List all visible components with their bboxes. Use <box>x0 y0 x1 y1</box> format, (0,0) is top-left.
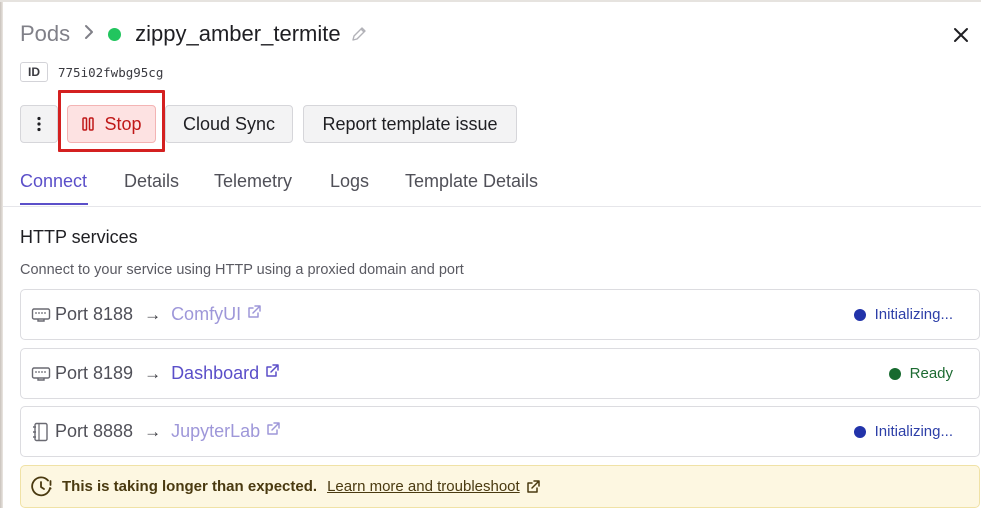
status-dot <box>888 367 901 380</box>
service-row: Port 8188 → ComfyUI Initializing... <box>20 289 980 340</box>
service-link-comfyui[interactable]: ComfyUI <box>171 304 262 325</box>
ethernet-port-icon <box>31 305 51 325</box>
active-tab-indicator <box>20 203 88 205</box>
service-row: Port 8189 → Dashboard Ready <box>20 348 980 399</box>
arrow-right-icon: → <box>144 421 162 441</box>
close-icon <box>954 28 968 42</box>
service-status: Initializing... <box>853 306 953 323</box>
tab-details[interactable]: Details <box>124 171 179 192</box>
more-options-button[interactable] <box>20 105 58 143</box>
window-top-edge <box>0 0 981 2</box>
service-port: Port 8888 <box>55 421 134 441</box>
stop-button[interactable]: Stop <box>67 105 156 143</box>
page-title: zippy_amber_termite <box>135 21 341 46</box>
cloud-sync-button[interactable]: Cloud Sync <box>165 105 293 143</box>
service-link-jupyterlab[interactable]: JupyterLab <box>171 421 281 442</box>
warning-banner: This is taking longer than expected. Lea… <box>20 465 980 508</box>
window-edge <box>0 0 3 508</box>
external-link-icon[interactable] <box>525 479 541 495</box>
warning-text: This is taking longer than expected. <box>62 478 318 495</box>
stop-label: Stop <box>104 113 142 134</box>
http-services-title: HTTP services <box>20 227 138 247</box>
service-status: Ready <box>888 365 953 382</box>
external-link-icon <box>265 421 281 437</box>
arrow-right-icon: → <box>144 304 162 324</box>
service-row: Port 8888 → JupyterLab Initializing... <box>20 406 980 457</box>
tab-logs[interactable]: Logs <box>330 171 369 192</box>
tab-connect[interactable]: Connect <box>20 171 87 192</box>
http-services-description: Connect to your service using HTTP using… <box>20 262 464 278</box>
id-badge: ID <box>20 62 48 82</box>
troubleshoot-link[interactable]: Learn more and troubleshoot <box>327 478 520 495</box>
pod-status-dot <box>108 27 122 41</box>
ethernet-port-icon <box>31 364 51 384</box>
tab-telemetry[interactable]: Telemetry <box>214 171 292 192</box>
service-port: Port 8189 <box>55 363 134 383</box>
external-link-icon <box>264 363 280 379</box>
report-template-issue-button[interactable]: Report template issue <box>303 105 517 143</box>
tab-template-details[interactable]: Template Details <box>405 171 538 192</box>
pod-id-value[interactable]: 775i02fwbg95cg <box>58 65 163 80</box>
pause-icon <box>82 117 95 131</box>
page-header: Pods zippy_amber_termite <box>20 18 367 50</box>
breadcrumb-pods[interactable]: Pods <box>20 21 70 47</box>
report-label: Report template issue <box>322 113 498 134</box>
breadcrumb-separator <box>84 23 94 46</box>
pencil-icon[interactable] <box>350 26 367 43</box>
cloud-sync-label: Cloud Sync <box>182 113 276 134</box>
clock-alert-icon <box>31 475 53 498</box>
external-link-icon <box>246 304 262 320</box>
tabs-divider <box>3 206 981 207</box>
service-status: Initializing... <box>853 423 953 440</box>
service-port: Port 8188 <box>55 304 134 324</box>
vertical-dots-icon <box>37 116 41 132</box>
pod-id-row: ID 775i02fwbg95cg <box>20 62 163 82</box>
service-link-dashboard[interactable]: Dashboard <box>171 363 280 384</box>
close-button[interactable] <box>948 22 974 48</box>
arrow-right-icon: → <box>144 363 162 383</box>
status-dot <box>853 425 866 438</box>
status-dot <box>853 308 866 321</box>
notebook-icon <box>31 422 51 442</box>
chevron-right-icon <box>85 24 94 39</box>
